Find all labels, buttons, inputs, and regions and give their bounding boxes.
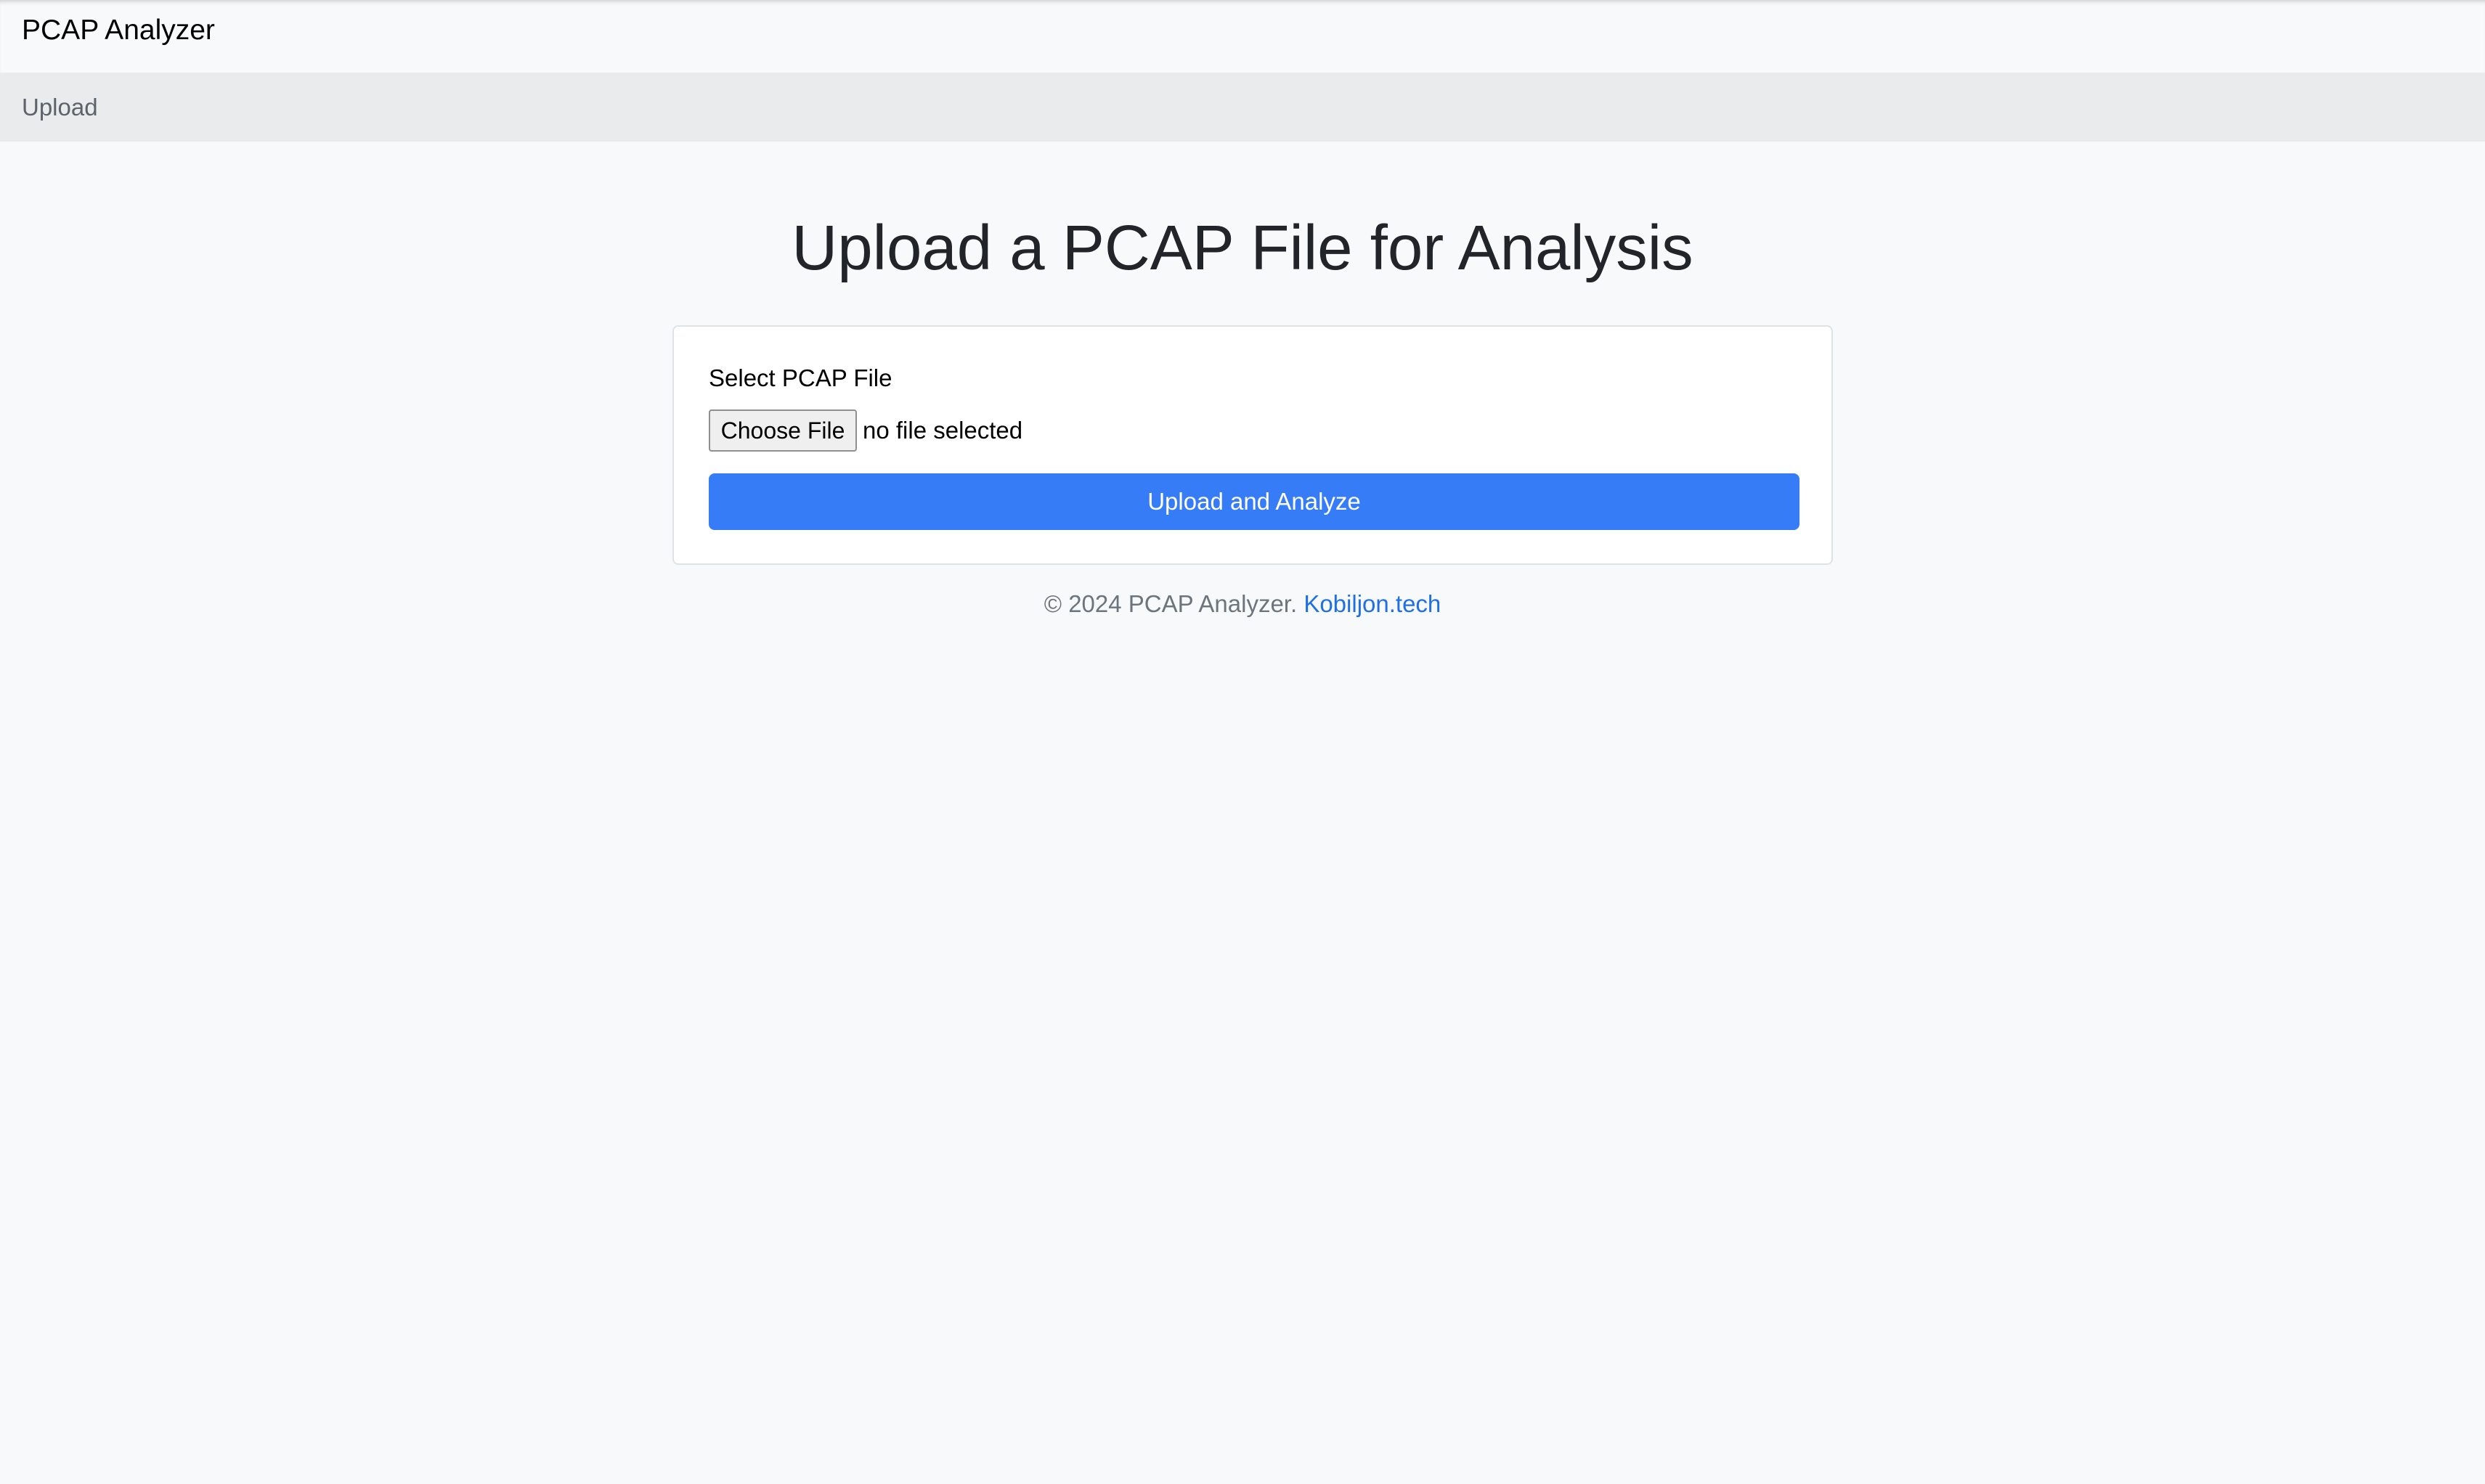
kobiljon-tech-link[interactable]: Kobiljon.tech bbox=[1303, 590, 1441, 617]
upload-card: Select PCAP File Choose File no file sel… bbox=[672, 325, 1833, 565]
page-title: Upload a PCAP File for Analysis bbox=[792, 213, 1693, 283]
upload-nav-link[interactable]: Upload bbox=[22, 92, 98, 123]
subnav-bar: Upload bbox=[0, 73, 2485, 142]
brand-link[interactable]: PCAP Analyzer bbox=[22, 13, 215, 48]
top-navbar: PCAP Analyzer bbox=[0, 0, 2485, 73]
file-status-text: no file selected bbox=[863, 417, 1023, 444]
copyright-text: © 2024 PCAP Analyzer. bbox=[1044, 590, 1298, 617]
footer: © 2024 PCAP Analyzer. Kobiljon.tech bbox=[0, 588, 2485, 620]
choose-file-button[interactable]: Choose File bbox=[709, 409, 857, 452]
select-file-label: Select PCAP File bbox=[709, 364, 892, 391]
upload-and-analyze-button[interactable]: Upload and Analyze bbox=[709, 473, 1799, 530]
